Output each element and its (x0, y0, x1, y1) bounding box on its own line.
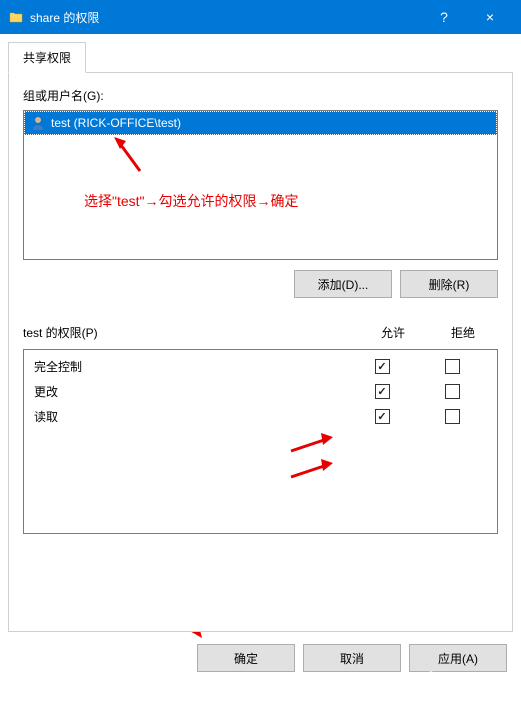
close-button[interactable]: × (467, 0, 513, 34)
allow-checkbox[interactable] (375, 384, 390, 399)
remove-button[interactable]: 删除(R) (400, 270, 498, 298)
permissions-header: test 的权限(P) 允许 拒绝 (23, 324, 498, 341)
user-name: test (RICK-OFFICE\test) (51, 116, 181, 130)
permissions-section: test 的权限(P) 允许 拒绝 完全控制更改读取 (23, 324, 498, 534)
col-allow-label: 允许 (358, 324, 428, 341)
deny-checkbox[interactable] (445, 409, 460, 424)
perm-row: 读取 (24, 404, 497, 429)
arrow-annotation-3 (287, 457, 337, 490)
tab-body: 组或用户名(G): test (RICK-OFFICE\test) (8, 72, 513, 632)
deny-checkbox[interactable] (445, 359, 460, 374)
permissions-title: test 的权限(P) (23, 324, 358, 341)
tab-header: 共享权限 (8, 42, 513, 72)
user-list[interactable]: test (RICK-OFFICE\test) 选择"test"→勾选允许的权限… (23, 110, 498, 260)
user-item-test[interactable]: test (RICK-OFFICE\test) (24, 111, 497, 135)
watermark: 系统之家 (399, 658, 519, 713)
tab-share-permissions[interactable]: 共享权限 (8, 42, 86, 73)
perm-row: 完全控制 (24, 354, 497, 379)
deny-checkbox[interactable] (445, 384, 460, 399)
svg-text:系统之家: 系统之家 (451, 675, 508, 691)
ok-button[interactable]: 确定 (197, 644, 295, 672)
titlebar: share 的权限 ? × (0, 0, 521, 34)
perm-name: 更改 (34, 383, 347, 400)
perm-name: 读取 (34, 408, 347, 425)
permissions-table: 完全控制更改读取 (23, 349, 498, 534)
instruction-annotation: 选择"test"→勾选允许的权限→确定 (84, 191, 299, 211)
user-icon (29, 114, 47, 132)
tab-container: 共享权限 组或用户名(G): test (RICK-OFFICE\test) (8, 42, 513, 632)
arrow-annotation-1 (112, 135, 152, 180)
allow-checkbox[interactable] (375, 359, 390, 374)
dialog-body: 共享权限 组或用户名(G): test (RICK-OFFICE\test) (0, 34, 521, 715)
perm-row: 更改 (24, 379, 497, 404)
add-button[interactable]: 添加(D)... (294, 270, 392, 298)
cancel-button[interactable]: 取消 (303, 644, 401, 672)
group-users-label: 组或用户名(G): (23, 87, 498, 104)
titlebar-buttons: ? × (421, 0, 513, 34)
user-buttons-row: 添加(D)... 删除(R) (23, 270, 498, 298)
allow-checkbox[interactable] (375, 409, 390, 424)
col-deny-label: 拒绝 (428, 324, 498, 341)
arrow-annotation-2 (287, 431, 337, 464)
help-button[interactable]: ? (421, 0, 467, 34)
window-title: share 的权限 (30, 9, 421, 26)
perm-name: 完全控制 (34, 358, 347, 375)
folder-icon (8, 9, 24, 25)
